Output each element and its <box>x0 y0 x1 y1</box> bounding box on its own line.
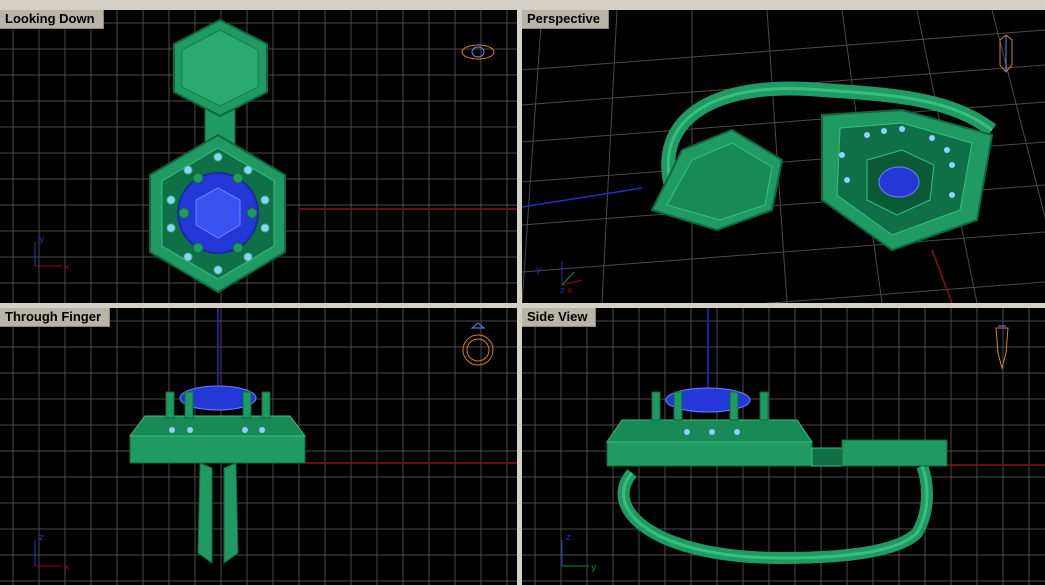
small-setting-side <box>841 439 948 467</box>
viewport-looking-down[interactable]: y x Looking Down <box>0 10 517 303</box>
viewport-side-view[interactable]: z y Side View <box>522 308 1045 585</box>
viewport-canvas[interactable]: z x <box>0 308 517 585</box>
z-axis-label: z <box>566 533 571 543</box>
ring-top-view-model <box>149 18 286 294</box>
z-axis-line <box>522 187 643 208</box>
ring-top-thumbnail-icon <box>461 44 495 60</box>
z-axis-label: z <box>39 533 44 543</box>
ring-perspective-thumbnail-icon <box>999 34 1013 73</box>
viewport-canvas[interactable]: y x z <box>522 10 1045 303</box>
viewport-perspective[interactable]: y x z Perspective <box>522 10 1045 303</box>
viewport-title[interactable]: Perspective <box>522 10 609 29</box>
large-setting-side <box>606 441 813 467</box>
ring-perspective-model <box>650 81 997 252</box>
ring-shank <box>197 462 213 564</box>
y-axis-label: y <box>591 563 597 573</box>
viewport-title[interactable]: Side View <box>522 308 597 327</box>
setting-base <box>129 435 306 464</box>
setting-gallery <box>129 415 306 437</box>
axis-indicator: y x z <box>536 262 583 296</box>
ring-shank <box>617 463 933 565</box>
center-gemstone <box>878 166 920 198</box>
top-frame-strip <box>0 0 1045 10</box>
ring-side-view-model <box>606 387 948 565</box>
viewport-through-finger[interactable]: z x Through Finger <box>0 308 517 585</box>
x-axis-label: x <box>64 563 70 573</box>
viewport-canvas[interactable]: y x <box>0 10 517 303</box>
z-axis-label: z <box>560 286 565 296</box>
y-axis-label: y <box>39 235 45 245</box>
axis-indicator: z y <box>561 533 597 573</box>
ring-front-view-model <box>129 385 306 564</box>
viewport-title[interactable]: Through Finger <box>0 308 111 327</box>
y-axis-label: y <box>536 265 542 275</box>
viewport-canvas[interactable]: z y <box>522 308 1045 585</box>
ring-front-thumbnail-icon <box>462 322 494 366</box>
x-axis-line <box>931 249 953 303</box>
x-axis-label: x <box>64 263 70 273</box>
x-axis-label: x <box>567 286 573 296</box>
viewport-title[interactable]: Looking Down <box>0 10 104 29</box>
